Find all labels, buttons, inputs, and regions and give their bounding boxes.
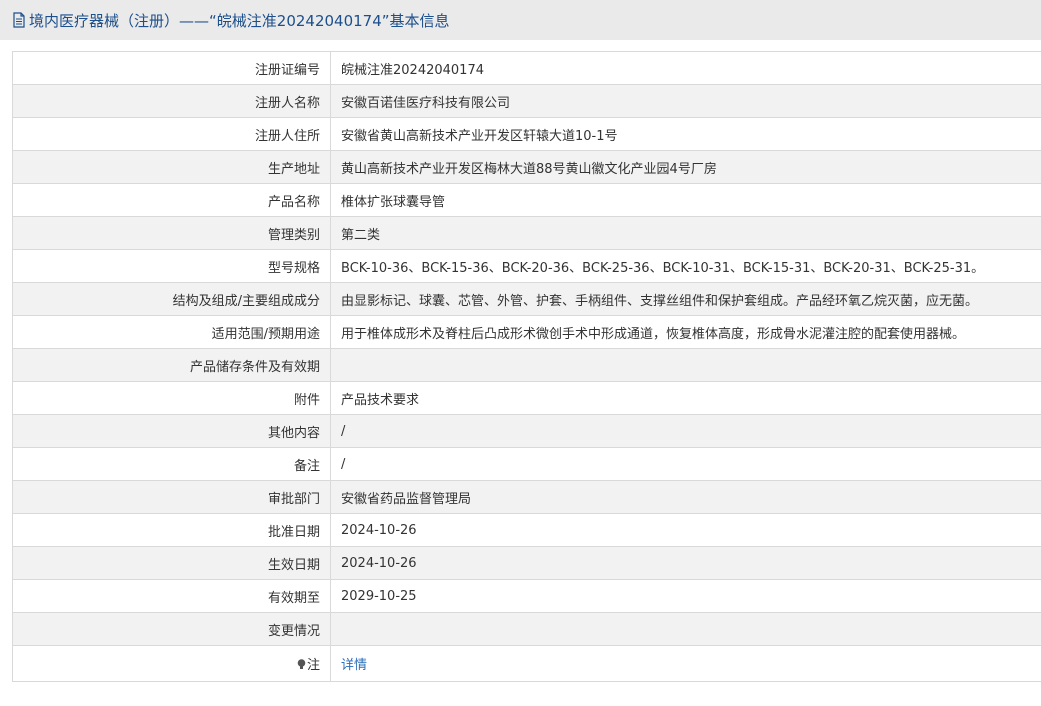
table-row: 型号规格 BCK-10-36、BCK-15-36、BCK-20-36、BCK-25… bbox=[12, 249, 1041, 283]
row-value: BCK-10-36、BCK-15-36、BCK-20-36、BCK-25-36、… bbox=[330, 249, 1041, 283]
note-label-cell: 注 bbox=[12, 645, 331, 682]
row-value: 产品技术要求 bbox=[330, 381, 1041, 415]
table-row: 注册人住所 安徽省黄山高新技术产业开发区轩辕大道10-1号 bbox=[12, 117, 1041, 151]
row-value: / bbox=[330, 414, 1041, 448]
table-row: 结构及组成/主要组成成分 由显影标记、球囊、芯管、外管、护套、手柄组件、支撑丝组件… bbox=[12, 282, 1041, 316]
row-value: 用于椎体成形术及脊柱后凸成形术微创手术中形成通道，恢复椎体高度，形成骨水泥灌注腔… bbox=[330, 315, 1041, 349]
row-label: 适用范围/预期用途 bbox=[12, 315, 331, 349]
row-value: 皖械注准20242040174 bbox=[330, 51, 1041, 85]
row-label: 注册人名称 bbox=[12, 84, 331, 118]
row-label: 管理类别 bbox=[12, 216, 331, 250]
row-label: 附件 bbox=[12, 381, 331, 415]
table-row: 产品储存条件及有效期 bbox=[12, 348, 1041, 382]
row-value bbox=[330, 348, 1041, 382]
table-row: 管理类别 第二类 bbox=[12, 216, 1041, 250]
row-value: 由显影标记、球囊、芯管、外管、护套、手柄组件、支撑丝组件和保护套组成。产品经环氧… bbox=[330, 282, 1041, 316]
row-value: 安徽省黄山高新技术产业开发区轩辕大道10-1号 bbox=[330, 117, 1041, 151]
lightbulb-icon bbox=[297, 659, 306, 670]
row-label: 注册人住所 bbox=[12, 117, 331, 151]
table-row: 附件 产品技术要求 bbox=[12, 381, 1041, 415]
details-link[interactable]: 详情 bbox=[341, 658, 367, 673]
row-label: 有效期至 bbox=[12, 579, 331, 613]
table-row: 批准日期 2024-10-26 bbox=[12, 513, 1041, 547]
row-label: 注册证编号 bbox=[12, 51, 331, 85]
table-row: 适用范围/预期用途 用于椎体成形术及脊柱后凸成形术微创手术中形成通道，恢复椎体高度… bbox=[12, 315, 1041, 349]
row-value: / bbox=[330, 447, 1041, 481]
table-row: 变更情况 bbox=[12, 612, 1041, 646]
table-row: 产品名称 椎体扩张球囊导管 bbox=[12, 183, 1041, 217]
row-label: 产品储存条件及有效期 bbox=[12, 348, 331, 382]
row-value: 2024-10-26 bbox=[330, 546, 1041, 580]
note-row: 注 详情 bbox=[12, 645, 1041, 682]
row-label: 产品名称 bbox=[12, 183, 331, 217]
info-table: 注册证编号 皖械注准20242040174 注册人名称 安徽百诺佳医疗科技有限公司 注册… bbox=[12, 51, 1041, 682]
row-label: 生产地址 bbox=[12, 150, 331, 184]
note-label: 注 bbox=[306, 658, 320, 673]
table-row: 注册证编号 皖械注准20242040174 bbox=[12, 51, 1041, 85]
row-label: 审批部门 bbox=[12, 480, 331, 514]
row-label: 其他内容 bbox=[12, 414, 331, 448]
page-header: 境内医疗器械（注册）——“皖械注准20242040174”基本信息 bbox=[0, 0, 1041, 40]
table-row: 生效日期 2024-10-26 bbox=[12, 546, 1041, 580]
row-value: 椎体扩张球囊导管 bbox=[330, 183, 1041, 217]
row-value: 第二类 bbox=[330, 216, 1041, 250]
row-label: 备注 bbox=[12, 447, 331, 481]
row-value: 2024-10-26 bbox=[330, 513, 1041, 547]
row-label: 型号规格 bbox=[12, 249, 331, 283]
table-row: 审批部门 安徽省药品监督管理局 bbox=[12, 480, 1041, 514]
row-label: 变更情况 bbox=[12, 612, 331, 646]
row-value: 安徽省药品监督管理局 bbox=[330, 480, 1041, 514]
document-icon bbox=[12, 12, 26, 28]
table-row: 有效期至 2029-10-25 bbox=[12, 579, 1041, 613]
table-row: 备注 / bbox=[12, 447, 1041, 481]
row-value: 安徽百诺佳医疗科技有限公司 bbox=[330, 84, 1041, 118]
table-row: 注册人名称 安徽百诺佳医疗科技有限公司 bbox=[12, 84, 1041, 118]
page-title: 境内医疗器械（注册）——“皖械注准20242040174”基本信息 bbox=[29, 11, 450, 30]
row-value: 2029-10-25 bbox=[330, 579, 1041, 613]
note-value-cell: 详情 bbox=[330, 645, 1041, 682]
row-value bbox=[330, 612, 1041, 646]
table-row: 生产地址 黄山高新技术产业开发区梅林大道88号黄山徽文化产业园4号厂房 bbox=[12, 150, 1041, 184]
row-label: 结构及组成/主要组成成分 bbox=[12, 282, 331, 316]
row-label: 批准日期 bbox=[12, 513, 331, 547]
row-label: 生效日期 bbox=[12, 546, 331, 580]
row-value: 黄山高新技术产业开发区梅林大道88号黄山徽文化产业园4号厂房 bbox=[330, 150, 1041, 184]
table-row: 其他内容 / bbox=[12, 414, 1041, 448]
